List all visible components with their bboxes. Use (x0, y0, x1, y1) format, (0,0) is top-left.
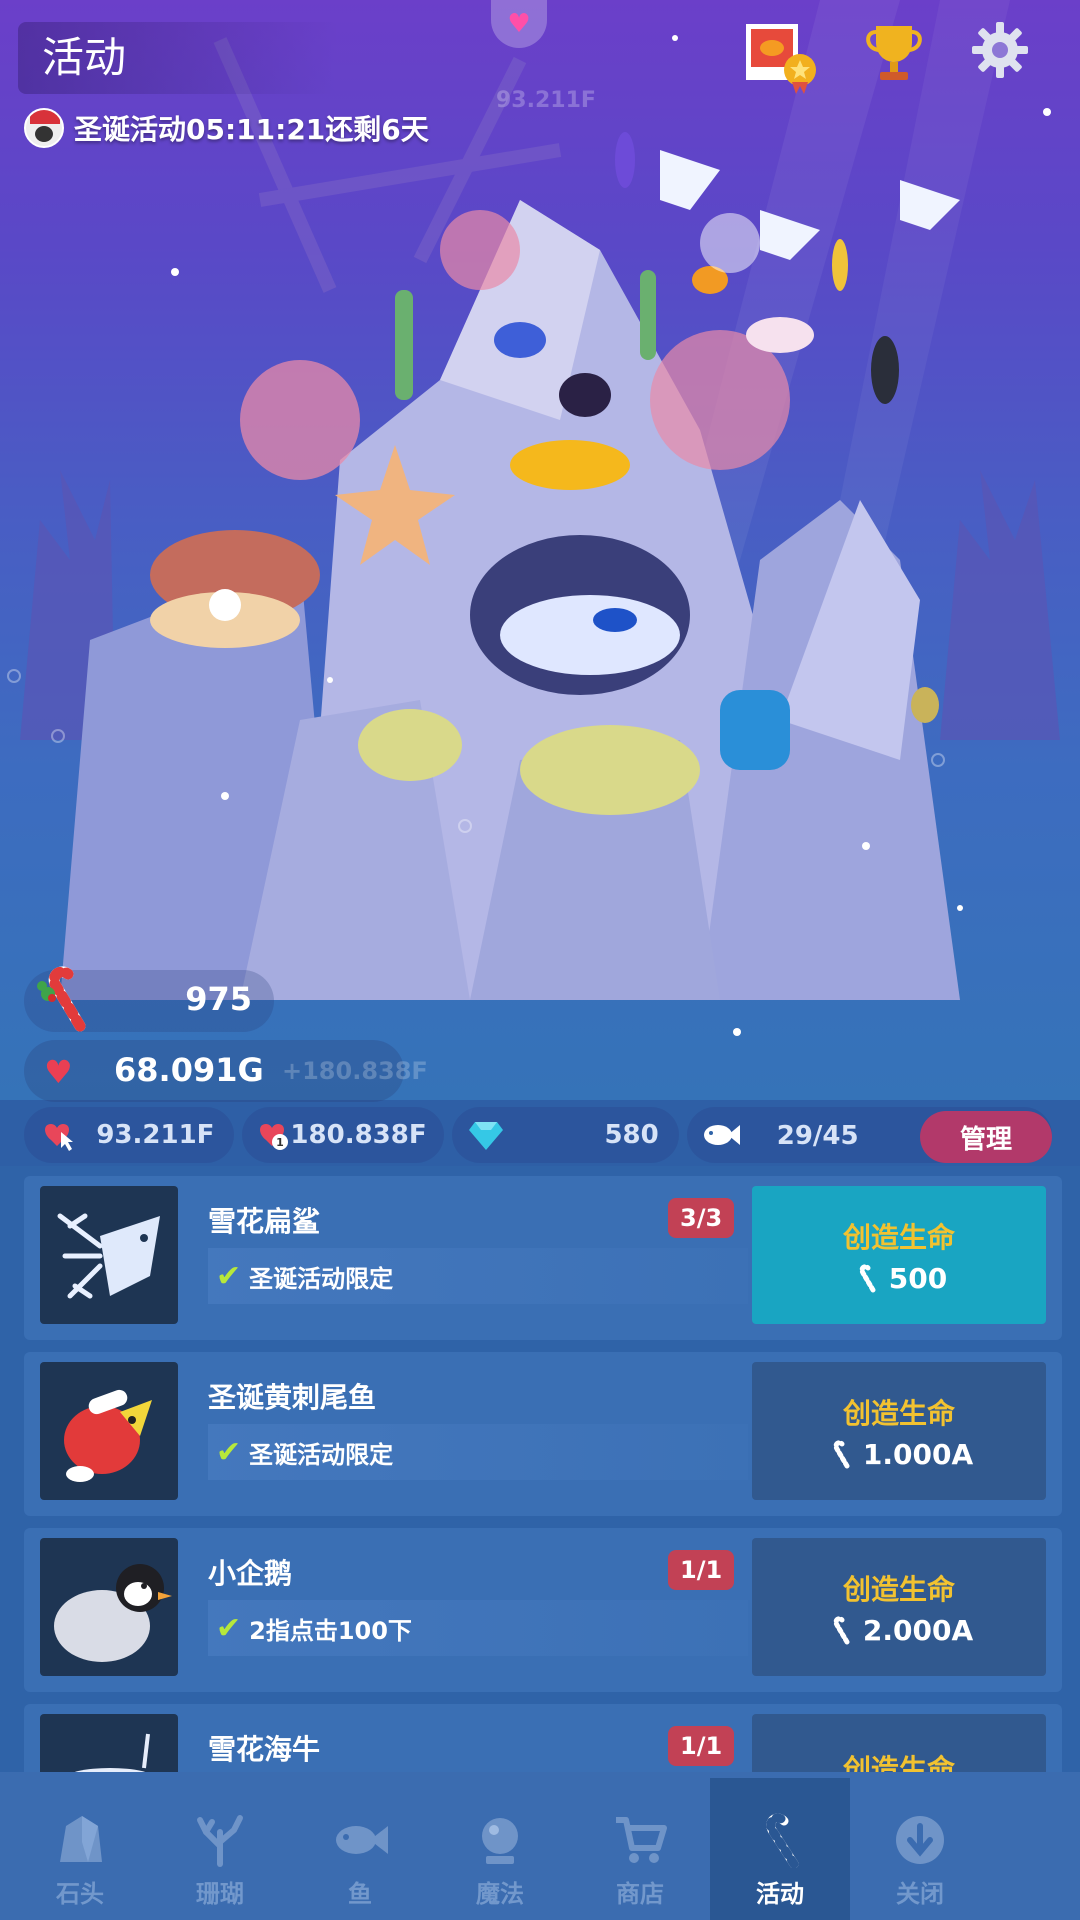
tap-heart-icon (38, 1115, 78, 1155)
creature-list[interactable]: 雪花扁鲨 3/3 ✔ 圣诞活动限定 创造生命 500 圣诞黄刺尾鱼 ✔ 圣诞活动… (0, 1166, 1080, 1772)
bottom-nav: 石头 珊瑚 鱼 魔法 商店 活动 关闭 (0, 1772, 1080, 1920)
candy-cost-icon (833, 1616, 850, 1645)
snowflake-angelshark-thumbnail (40, 1186, 178, 1324)
christmas-yellow-tang-thumbnail (40, 1362, 178, 1500)
create-life-label: 创造生命 (842, 1220, 955, 1254)
item-count-badge: 1/1 (668, 1726, 735, 1766)
create-life-button[interactable]: 创造生命 (752, 1714, 1046, 1772)
hearts-value: 68.091G (114, 1051, 264, 1089)
item-count-badge: 1/1 (668, 1550, 735, 1590)
coral-icon (192, 1812, 248, 1868)
item-requirement: ✔ 圣诞活动限定 (208, 1248, 748, 1304)
santa-avatar-icon (24, 108, 64, 148)
tap-rate-value: 93.211F (96, 1120, 215, 1150)
fish-count-icon (701, 1115, 741, 1155)
passive-rate-value: 180.838F (290, 1120, 427, 1150)
checkmark-icon: ✔ (216, 1610, 242, 1646)
create-life-label: 创造生命 (842, 1753, 955, 1772)
item-count-badge: 3/3 (668, 1198, 735, 1238)
heart-timer-icon: 1 (256, 1115, 290, 1155)
diamond-icon (466, 1115, 506, 1155)
create-life-button[interactable]: 创造生命 1.000A (752, 1362, 1046, 1500)
nav-close[interactable]: 关闭 (850, 1778, 990, 1920)
rock-icon (52, 1812, 108, 1868)
create-life-cost: 1.000A (825, 1438, 973, 1471)
little-penguin-thumbnail (40, 1538, 178, 1676)
nav-label: 珊瑚 (196, 1880, 244, 1908)
nav-coral[interactable]: 珊瑚 (150, 1778, 290, 1920)
hearts-rate: +180.838F (282, 1057, 428, 1085)
fish-icon (332, 1812, 388, 1868)
create-life-cost-value: 500 (888, 1261, 948, 1295)
item-name: 圣诞黄刺尾鱼 (208, 1381, 377, 1414)
close-arrow-icon (892, 1812, 948, 1868)
photo-album-icon[interactable] (742, 20, 816, 94)
aquarium-scene[interactable]: ♥ 活动 93.211F 圣诞活动05:11:21还剩6天 (0, 0, 1080, 1100)
item-name: 小企鹅 (208, 1557, 293, 1590)
aquarium-illustration (7, 0, 1060, 1036)
item-requirement-text: 2指点击100下 (249, 1616, 412, 1645)
item-requirement-text: 圣诞活动限定 (249, 1440, 394, 1469)
create-life-cost-value: 2.000A (862, 1613, 974, 1647)
nav-label: 魔法 (476, 1880, 524, 1908)
nav-label: 关闭 (896, 1880, 944, 1908)
nav-rock[interactable]: 石头 (10, 1778, 150, 1920)
create-life-cost: 500 (851, 1262, 947, 1295)
svg-text:1: 1 (277, 1136, 285, 1149)
create-life-cost-value: 1.000A (862, 1437, 974, 1471)
heart-icon: ♥ (44, 1053, 73, 1091)
event-timer-text: 圣诞活动05:11:21还剩6天 (74, 113, 429, 146)
item-requirement: ✔ 圣诞活动限定 (208, 1424, 748, 1480)
trophy-icon[interactable] (862, 20, 934, 92)
gem-value: 580 (604, 1120, 659, 1150)
item-name: 雪花扁鲨 (208, 1205, 321, 1238)
nav-label: 活动 (756, 1880, 804, 1908)
checkmark-icon: ✔ (216, 1434, 242, 1470)
list-item-christmas-yellow-tang: 圣诞黄刺尾鱼 ✔ 圣诞活动限定 创造生命 1.000A (24, 1352, 1062, 1516)
manage-button[interactable]: 管理 (920, 1111, 1052, 1163)
faint-rate-text: 93.211F (496, 88, 596, 113)
candy-cane-icon (37, 966, 86, 1032)
nav-event[interactable]: 活动 (710, 1778, 850, 1920)
nav-label: 石头 (56, 1880, 104, 1908)
item-requirement: ✔ 2指点击100下 (208, 1600, 748, 1656)
create-life-button[interactable]: 创造生命 500 (752, 1186, 1046, 1324)
stats-bar: 93.211F 1 180.838F 580 29/45 管理 (24, 1104, 1060, 1166)
magic-orb-icon (472, 1812, 528, 1868)
list-item-snowflake-sea-slug: 雪花海牛 1/1 创造生命 (24, 1704, 1062, 1772)
fish-count-value: 29/45 (776, 1121, 859, 1151)
checkmark-icon: ✔ (216, 1258, 242, 1294)
nav-magic[interactable]: 魔法 (430, 1778, 570, 1920)
candy-cane-icon (752, 1812, 808, 1868)
tap-rate-stat: 93.211F (24, 1107, 235, 1163)
nav-shop[interactable]: 商店 (570, 1778, 710, 1920)
create-life-cost: 2.000A (825, 1614, 973, 1647)
list-item-snowflake-angelshark: 雪花扁鲨 3/3 ✔ 圣诞活动限定 创造生命 500 (24, 1176, 1062, 1340)
item-name: 雪花海牛 (208, 1733, 321, 1766)
item-requirement-text: 圣诞活动限定 (249, 1264, 394, 1293)
page-title: 活动 (18, 22, 338, 94)
nav-label: 鱼 (348, 1880, 372, 1908)
fish-stat: 29/45 管理 (686, 1107, 1052, 1163)
settings-gear-icon[interactable] (970, 20, 1042, 92)
hearts-counter: ♥ 68.091G +180.838F (24, 1040, 428, 1102)
nav-fish[interactable]: 鱼 (290, 1778, 430, 1920)
create-life-label: 创造生命 (842, 1396, 955, 1430)
create-life-button[interactable]: 创造生命 2.000A (752, 1538, 1046, 1676)
event-timer: 圣诞活动05:11:21还剩6天 (24, 104, 429, 152)
candy-cost-icon (833, 1440, 850, 1469)
nav-label: 商店 (616, 1880, 664, 1908)
cart-icon (612, 1812, 668, 1868)
candy-cost-icon (859, 1264, 876, 1293)
list-item-little-penguin: 小企鹅 1/1 ✔ 2指点击100下 创造生命 2.000A (24, 1528, 1062, 1692)
gem-stat: 580 (452, 1107, 679, 1163)
candy-value: 975 (185, 980, 252, 1018)
passive-rate-stat: 1 180.838F (242, 1107, 445, 1163)
snowflake-sea-slug-thumbnail (40, 1714, 178, 1772)
create-life-label: 创造生命 (842, 1572, 955, 1606)
candy-counter: 975 (24, 966, 274, 1032)
